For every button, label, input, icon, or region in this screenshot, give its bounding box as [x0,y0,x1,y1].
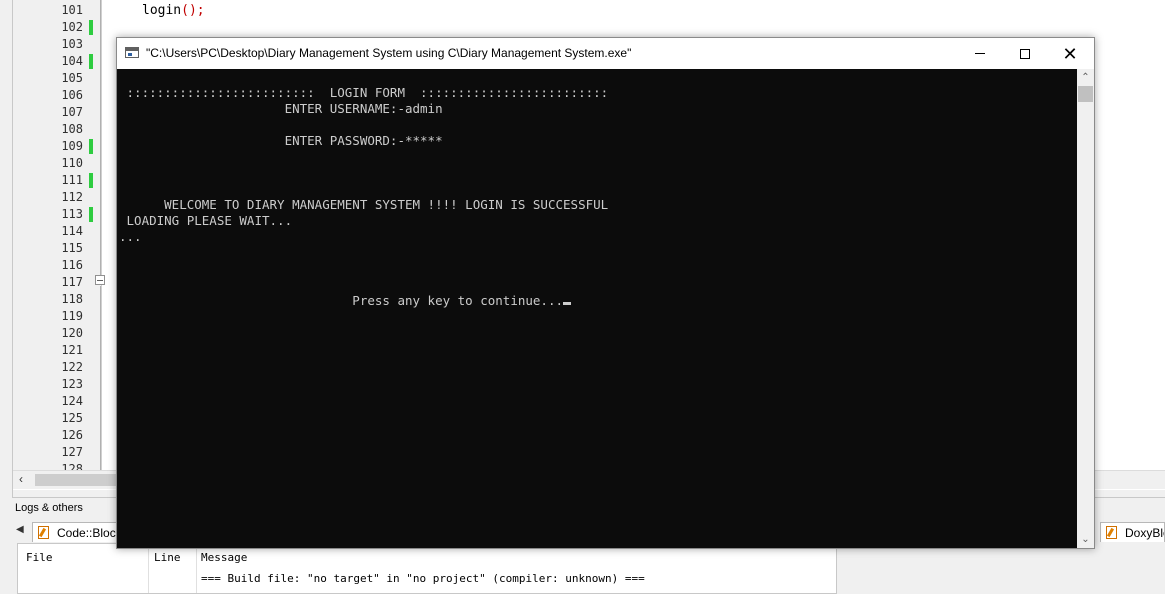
line-number: 120 [61,326,83,340]
line-number: 103 [61,37,83,51]
line-number: 123 [61,377,83,391]
change-marker [89,139,93,154]
tab-label: DoxyBlo [1125,526,1164,540]
tab-label: Code::Block [57,526,118,540]
line-number: 110 [61,156,83,170]
fold-guide-line [100,0,101,275]
scroll-down-arrow-icon[interactable]: ⌄ [1077,531,1094,548]
line-number: 107 [61,105,83,119]
console-window[interactable]: "C:\Users\PC\Desktop\Diary Management Sy… [116,37,1095,549]
line-number: 124 [61,394,83,408]
change-marker [89,173,93,188]
console-line: LOADING PLEASE WAIT... [119,213,293,228]
line-number: 114 [61,224,83,238]
console-line: ::::::::::::::::::::::::: LOGIN FORM :::… [119,85,609,100]
window-title: "C:\Users\PC\Desktop\Diary Management Sy… [146,46,632,60]
line-number: 127 [61,445,83,459]
line-number-gutter: 101 102 103 104 105 106 107 108 109 110 111 112 113 1… [13,0,102,476]
change-marker [89,54,93,69]
line-number: 117 [61,275,83,289]
close-button[interactable]: ✕ [1047,38,1093,69]
tab-doxyblocks[interactable]: DoxyBlo [1100,522,1165,542]
line-number: 111 [61,173,83,187]
console-app-icon[interactable] [125,47,139,58]
line-number: 101 [61,3,83,17]
maximize-button[interactable] [1002,38,1048,69]
fold-guide-line [100,286,101,470]
minimize-button[interactable] [957,38,1003,69]
line-number: 113 [61,207,83,221]
scrollbar-thumb[interactable] [1078,86,1093,102]
column-header-line[interactable]: Line [154,551,181,564]
code-parens: (); [181,3,205,18]
line-number: 121 [61,343,83,357]
tab-scroll-left-icon[interactable]: ◀ [16,524,24,535]
console-output[interactable]: ::::::::::::::::::::::::: LOGIN FORM :::… [117,69,1077,548]
continue-prompt: Press any key to continue... [119,293,572,309]
console-line: ENTER PASSWORD:-***** [119,133,443,148]
line-number: 105 [61,71,83,85]
minimize-icon [975,53,985,54]
console-line: ENTER USERNAME:-admin [119,101,443,116]
line-number: 119 [61,309,83,323]
console-line: WELCOME TO DIARY MANAGEMENT SYSTEM !!!! … [119,197,609,212]
line-number: 116 [61,258,83,272]
line-number: 106 [61,88,83,102]
code-identifier: login [142,3,182,18]
line-number: 122 [61,360,83,374]
tab-codeblocks[interactable]: Code::Block [32,522,118,542]
logs-panel-title: Logs & others [15,502,83,514]
vertical-scrollbar[interactable]: ⌃ ⌄ [1077,69,1094,548]
line-number: 118 [61,292,83,306]
document-edit-icon [38,526,49,539]
code-line[interactable]: login(); [142,3,205,18]
change-marker [89,207,93,222]
column-divider [148,544,149,593]
close-icon: ✕ [1062,43,1078,64]
line-number: 126 [61,428,83,442]
line-number: 104 [61,54,83,68]
line-number: 125 [61,411,83,425]
document-edit-icon [1106,526,1117,539]
text-cursor [563,302,572,305]
fold-toggle-icon[interactable] [95,275,105,285]
prompt-text: Press any key to continue... [119,293,564,308]
column-header-message[interactable]: Message [201,551,247,564]
line-number: 109 [61,139,83,153]
line-number: 102 [61,20,83,34]
log-message: === Build file: "no target" in "no proje… [201,572,645,585]
change-marker [89,20,93,35]
scroll-left-arrow-icon[interactable]: ‹ [19,472,23,486]
title-bar[interactable]: "C:\Users\PC\Desktop\Diary Management Sy… [117,38,1094,69]
console-line: ... [119,229,142,244]
line-number: 115 [61,241,83,255]
column-divider [196,544,197,593]
maximize-icon [1020,48,1030,59]
column-header-file[interactable]: File [26,551,53,564]
build-log-table[interactable]: File Line Message === Build file: "no ta… [17,543,837,594]
line-number: 108 [61,122,83,136]
line-number: 112 [61,190,83,204]
scroll-up-arrow-icon[interactable]: ⌃ [1077,69,1094,86]
